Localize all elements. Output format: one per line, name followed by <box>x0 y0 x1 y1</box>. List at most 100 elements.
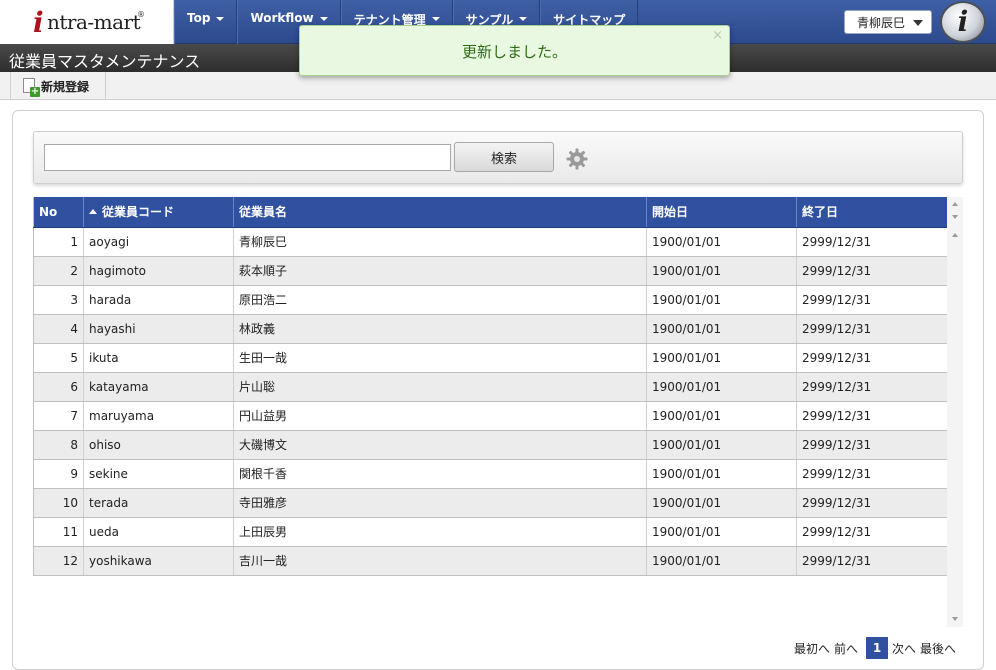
cell-code: hayashi <box>83 314 234 344</box>
table-row[interactable]: 10 terada 寺田雅彦 1900/01/01 2999/12/31 <box>33 488 948 518</box>
cell-name: 関根千香 <box>233 459 647 489</box>
sort-ascending-icon <box>89 209 97 215</box>
nav-item-top[interactable]: Top <box>174 0 238 44</box>
scroll-up-icon[interactable] <box>952 233 958 237</box>
logo-text: ntra-mart <box>47 10 141 34</box>
cell-code: aoyagi <box>83 227 234 257</box>
cell-code: harada <box>83 285 234 315</box>
table-row[interactable]: 4 hayashi 林政義 1900/01/01 2999/12/31 <box>33 314 948 344</box>
cell-no: 11 <box>33 517 84 547</box>
table-scrollbar[interactable] <box>947 197 963 627</box>
chevron-down-icon <box>913 20 923 26</box>
cell-end: 2999/12/31 <box>796 285 948 315</box>
cell-start: 1900/01/01 <box>646 372 797 402</box>
cell-name: 生田一哉 <box>233 343 647 373</box>
cell-code: yoshikawa <box>83 546 234 576</box>
pager-first-link[interactable]: 最初へ <box>794 640 830 657</box>
cell-no: 7 <box>33 401 84 431</box>
cell-name: 青柳辰巳 <box>233 227 647 257</box>
cell-end: 2999/12/31 <box>796 256 948 286</box>
scroll-up-icon[interactable] <box>952 202 958 206</box>
cell-end: 2999/12/31 <box>796 314 948 344</box>
chevron-down-icon <box>519 17 528 21</box>
table-row[interactable]: 12 yoshikawa 吉川一哉 1900/01/01 2999/12/31 <box>33 546 948 576</box>
cell-end: 2999/12/31 <box>796 401 948 431</box>
cell-code: ohiso <box>83 430 234 460</box>
cell-no: 5 <box>33 343 84 373</box>
table-row[interactable]: 8 ohiso 大磯博文 1900/01/01 2999/12/31 <box>33 430 948 460</box>
logo-letter: i <box>33 6 44 39</box>
cell-name: 上田辰男 <box>233 517 647 547</box>
intra-mart-logo[interactable]: i ntra-mart ® <box>0 0 174 44</box>
search-button[interactable]: 検索 <box>454 142 554 172</box>
gear-icon[interactable] <box>566 148 588 170</box>
table-row[interactable]: 2 hagimoto 萩本順子 1900/01/01 2999/12/31 <box>33 256 948 286</box>
new-registration-button[interactable]: + 新規登録 <box>10 72 106 100</box>
cell-name: 林政義 <box>233 314 647 344</box>
employee-table: No 従業員コード 従業員名 開始日 終了日 1 aoyagi 青柳辰巳 190… <box>33 197 948 576</box>
search-bar: 検索 <box>33 131 963 184</box>
user-menu[interactable]: 青柳辰巳 <box>844 10 932 34</box>
cell-name: 萩本順子 <box>233 256 647 286</box>
cell-start: 1900/01/01 <box>646 227 797 257</box>
cell-start: 1900/01/01 <box>646 459 797 489</box>
scroll-down-icon[interactable] <box>952 215 958 219</box>
pager-current-page[interactable]: 1 <box>866 637 889 659</box>
new-registration-label: 新規登録 <box>41 80 90 94</box>
scroll-down-icon[interactable] <box>952 617 958 621</box>
user-name: 青柳辰巳 <box>857 16 906 30</box>
page-title: 従業員マスタメンテナンス <box>9 52 201 71</box>
cell-no: 8 <box>33 430 84 460</box>
table-row[interactable]: 1 aoyagi 青柳辰巳 1900/01/01 2999/12/31 <box>33 227 948 257</box>
table-row[interactable]: 9 sekine 関根千香 1900/01/01 2999/12/31 <box>33 459 948 489</box>
cell-code: maruyama <box>83 401 234 431</box>
cell-code: ueda <box>83 517 234 547</box>
cell-code: terada <box>83 488 234 518</box>
cell-no: 10 <box>33 488 84 518</box>
nav-item-label: Top <box>187 11 211 25</box>
cell-name: 吉川一哉 <box>233 546 647 576</box>
cell-end: 2999/12/31 <box>796 430 948 460</box>
header-scroll-stub <box>947 197 963 227</box>
cell-start: 1900/01/01 <box>646 546 797 576</box>
cell-code: sekine <box>83 459 234 489</box>
pager-prev-link[interactable]: 前へ <box>834 640 858 657</box>
pager-last-link[interactable]: 最後へ <box>920 640 956 657</box>
cell-end: 2999/12/31 <box>796 227 948 257</box>
column-header-start[interactable]: 開始日 <box>646 197 797 228</box>
table-row[interactable]: 3 harada 原田浩二 1900/01/01 2999/12/31 <box>33 285 948 315</box>
cell-no: 12 <box>33 546 84 576</box>
cell-name: 片山聡 <box>233 372 647 402</box>
cell-end: 2999/12/31 <box>796 372 948 402</box>
cell-start: 1900/01/01 <box>646 517 797 547</box>
table-header-row: No 従業員コード 従業員名 開始日 終了日 <box>33 197 948 228</box>
column-header-end[interactable]: 終了日 <box>796 197 948 228</box>
cell-no: 9 <box>33 459 84 489</box>
toolbar: + 新規登録 <box>0 72 996 100</box>
cell-end: 2999/12/31 <box>796 546 948 576</box>
table-row[interactable]: 11 ueda 上田辰男 1900/01/01 2999/12/31 <box>33 517 948 547</box>
cell-start: 1900/01/01 <box>646 488 797 518</box>
search-input[interactable] <box>44 144 451 171</box>
logo-registered-mark: ® <box>137 10 145 19</box>
pager-next-link[interactable]: 次へ <box>892 640 916 657</box>
chevron-down-icon <box>431 17 440 21</box>
cell-start: 1900/01/01 <box>646 343 797 373</box>
cell-start: 1900/01/01 <box>646 256 797 286</box>
table-row[interactable]: 7 maruyama 円山益男 1900/01/01 2999/12/31 <box>33 401 948 431</box>
column-header-name[interactable]: 従業員名 <box>233 197 647 228</box>
cell-start: 1900/01/01 <box>646 285 797 315</box>
table-row[interactable]: 6 katayama 片山聡 1900/01/01 2999/12/31 <box>33 372 948 402</box>
column-header-no[interactable]: No <box>33 197 84 228</box>
column-header-code[interactable]: 従業員コード <box>83 197 234 228</box>
cell-no: 6 <box>33 372 84 402</box>
cell-no: 1 <box>33 227 84 257</box>
cell-no: 3 <box>33 285 84 315</box>
column-header-code-label: 従業員コード <box>102 205 175 220</box>
close-icon[interactable]: × <box>712 28 723 43</box>
table-row[interactable]: 5 ikuta 生田一哉 1900/01/01 2999/12/31 <box>33 343 948 373</box>
cell-end: 2999/12/31 <box>796 459 948 489</box>
im-corner-logo-icon[interactable]: i <box>940 1 986 43</box>
pagination: 最初へ 前へ 1 次へ 最後へ <box>794 637 960 659</box>
cell-code: ikuta <box>83 343 234 373</box>
